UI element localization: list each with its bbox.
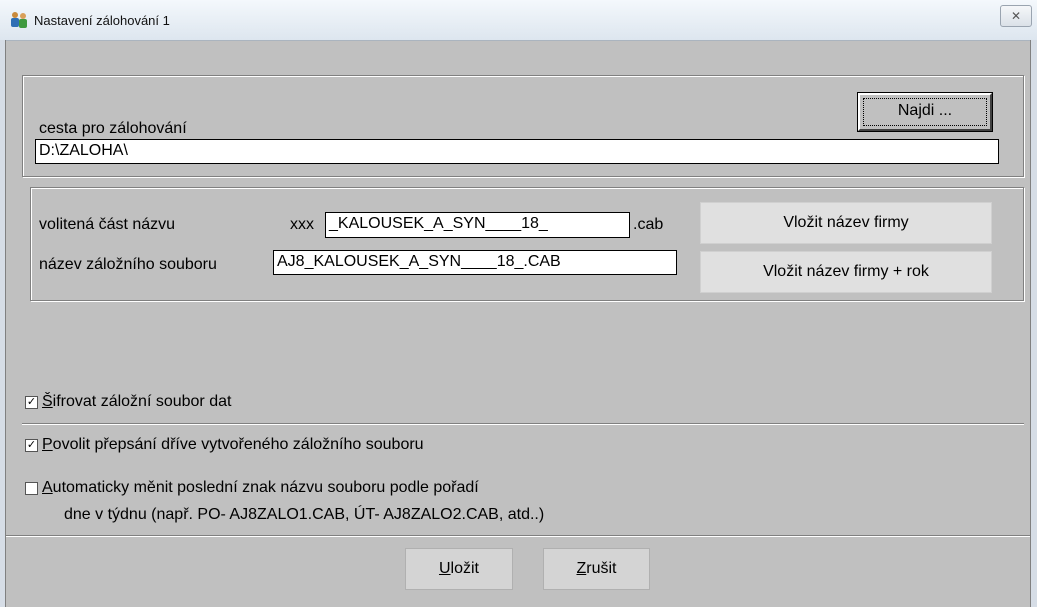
auto-change-checkbox[interactable] bbox=[25, 482, 38, 495]
insert-company-button[interactable]: Vložit název firmy bbox=[700, 202, 992, 244]
window-title: Nastavení zálohování 1 bbox=[34, 13, 170, 28]
backup-file-input[interactable]: AJ8_KALOUSEK_A_SYN____18_.CAB bbox=[273, 250, 677, 275]
overwrite-checkbox[interactable]: ✓ bbox=[25, 439, 38, 452]
optional-name-input[interactable]: _KALOUSEK_A_SYN____18_ bbox=[325, 212, 630, 238]
title-bar: Nastavení zálohování 1 ✕ bbox=[0, 0, 1037, 41]
insert-company-year-button[interactable]: Vložit název firmy + rok bbox=[700, 251, 992, 293]
focus-rectangle bbox=[863, 98, 987, 126]
check-icon: ✓ bbox=[26, 396, 37, 408]
path-label: cesta pro zálohování bbox=[39, 120, 187, 137]
insert-company-year-button-label: Vložit název firmy + rok bbox=[763, 263, 929, 280]
overwrite-label: Povolit přepsání dříve vytvořeného zálož… bbox=[42, 436, 424, 453]
footer-divider bbox=[6, 535, 1030, 537]
optional-name-prefix: xxx bbox=[290, 216, 314, 233]
auto-change-label-line2: dne v týdnu (např. PO- AJ8ZALO1.CAB, ÚT-… bbox=[64, 506, 545, 523]
insert-company-button-label: Vložit název firmy bbox=[783, 214, 909, 231]
find-button[interactable]: Najdi ... bbox=[857, 92, 993, 132]
app-people-icon bbox=[11, 12, 27, 28]
window-left-border bbox=[0, 40, 6, 607]
options-divider bbox=[22, 423, 1024, 425]
cancel-button[interactable]: Zrušit bbox=[543, 548, 650, 590]
path-input[interactable]: D:\ZALOHA\ bbox=[35, 139, 999, 164]
save-button-label: Uložit bbox=[438, 560, 479, 577]
encrypt-label: Šifrovat záložní soubor dat bbox=[42, 393, 232, 410]
backup-file-label: název záložního souboru bbox=[39, 256, 217, 273]
optional-name-suffix: .cab bbox=[633, 216, 664, 233]
encrypt-checkbox[interactable]: ✓ bbox=[25, 396, 38, 409]
window-right-border bbox=[1030, 40, 1037, 607]
close-icon: ✕ bbox=[1010, 9, 1022, 23]
optional-name-label: volitená část názvu bbox=[39, 216, 176, 233]
close-button[interactable]: ✕ bbox=[1000, 5, 1032, 27]
save-button[interactable]: Uložit bbox=[405, 548, 513, 590]
cancel-button-label: Zrušit bbox=[576, 560, 617, 577]
check-icon: ✓ bbox=[26, 439, 37, 451]
auto-change-label: Automaticky měnit poslední znak názvu so… bbox=[42, 479, 479, 496]
